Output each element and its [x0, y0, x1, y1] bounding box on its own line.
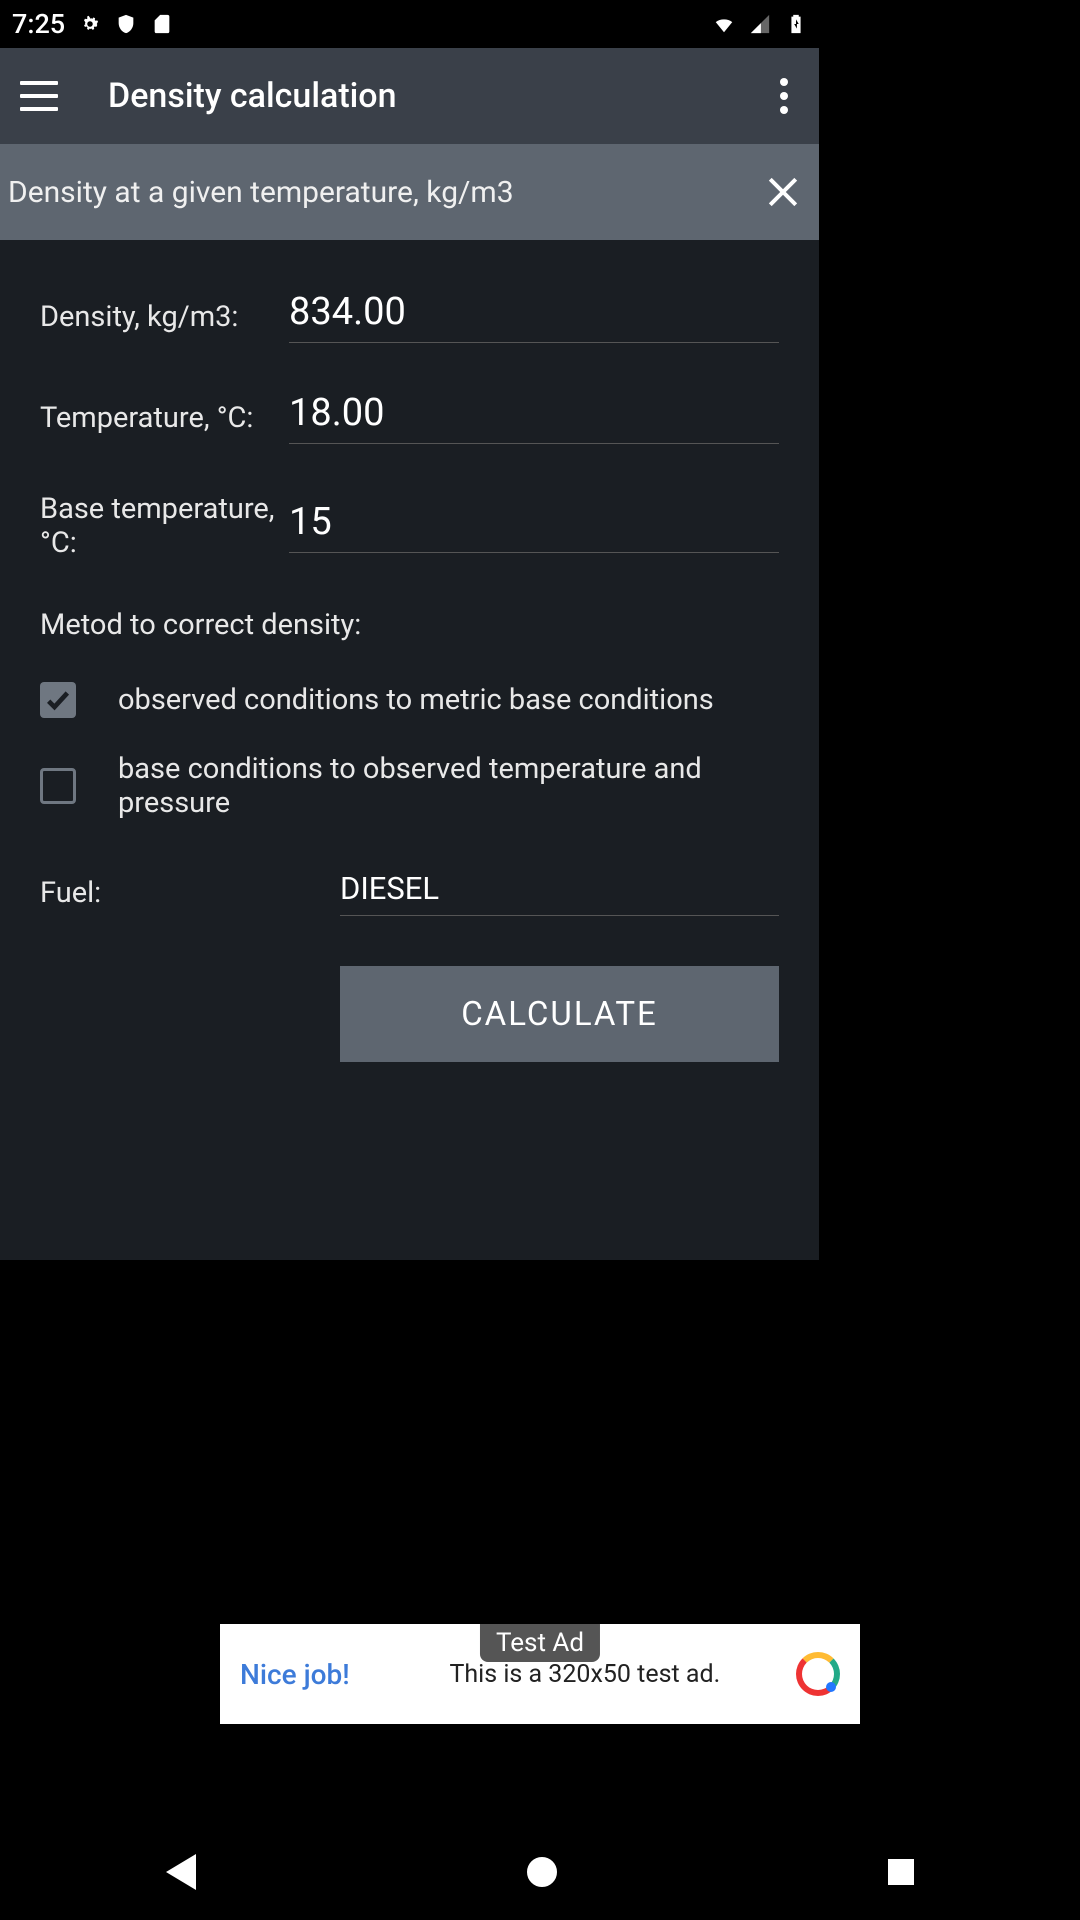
nav-back-icon[interactable] — [166, 1854, 196, 1890]
close-icon[interactable] — [765, 174, 801, 210]
ad-left-text: Nice job! — [240, 1658, 350, 1691]
wifi-icon — [713, 13, 735, 35]
fuel-row: Fuel: — [40, 870, 779, 916]
method-option-1[interactable]: observed conditions to metric base condi… — [40, 682, 779, 718]
method-option-2[interactable]: base conditions to observed temperature … — [40, 752, 779, 820]
nav-recent-icon[interactable] — [888, 1859, 914, 1885]
base-temperature-label: Base temperature, °C: — [40, 492, 289, 560]
page-title: Density calculation — [108, 76, 779, 116]
ad-badge: Test Ad — [480, 1624, 600, 1662]
sd-card-icon — [151, 13, 173, 35]
app-bar: Density calculation — [0, 48, 819, 144]
temperature-input[interactable] — [289, 391, 779, 444]
nav-bar — [0, 1824, 1080, 1920]
method-title: Metod to correct density: — [40, 608, 779, 642]
fuel-label: Fuel: — [40, 876, 340, 910]
calculate-button[interactable]: CALCULATE — [340, 966, 779, 1062]
ad-center-text: This is a 320x50 test ad. — [374, 1660, 796, 1689]
shield-icon — [115, 13, 137, 35]
temperature-row: Temperature, °C: — [40, 391, 779, 444]
gear-icon — [79, 13, 101, 35]
temperature-label: Temperature, °C: — [40, 401, 289, 435]
status-left: 7:25 — [12, 8, 173, 40]
kebab-menu-icon[interactable] — [779, 76, 789, 116]
ad-wrap: Test Ad Nice job! This is a 320x50 test … — [0, 1624, 1080, 1724]
cell-signal-icon — [749, 13, 771, 35]
method-option-1-label: observed conditions to metric base condi… — [118, 683, 714, 717]
density-row: Density, kg/m3: — [40, 290, 779, 343]
method-option-2-label: base conditions to observed temperature … — [118, 752, 779, 820]
main-content: Density, kg/m3: Temperature, °C: Base te… — [0, 240, 819, 1260]
hamburger-menu-icon[interactable] — [20, 81, 58, 111]
ad-banner[interactable]: Test Ad Nice job! This is a 320x50 test … — [220, 1624, 860, 1724]
base-temperature-input[interactable] — [289, 500, 779, 553]
fuel-input[interactable] — [340, 870, 779, 916]
base-temperature-row: Base temperature, °C: — [40, 492, 779, 560]
checkbox-unchecked-icon[interactable] — [40, 768, 76, 804]
admob-logo-icon — [796, 1652, 840, 1696]
density-label: Density, kg/m3: — [40, 300, 289, 334]
status-bar: 7:25 — [0, 0, 819, 48]
battery-charging-icon — [785, 13, 807, 35]
checkbox-checked-icon[interactable] — [40, 682, 76, 718]
banner-text: Density at a given temperature, kg/m3 — [8, 175, 514, 210]
status-time: 7:25 — [12, 8, 65, 40]
nav-home-icon[interactable] — [527, 1857, 557, 1887]
density-input[interactable] — [289, 290, 779, 343]
sub-header-banner: Density at a given temperature, kg/m3 — [0, 144, 819, 240]
status-right — [713, 13, 807, 35]
